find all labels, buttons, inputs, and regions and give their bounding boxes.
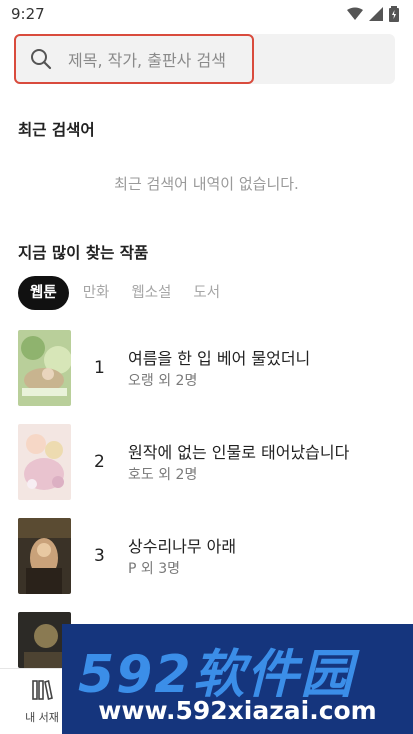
item-author: P 외 3명 [128,561,181,577]
rank-number: 2 [94,452,105,472]
rank-item[interactable]: 1 여름을 한 입 베어 물었더니 오랭 외 2명 [18,330,398,406]
wifi-icon [347,7,363,20]
category-tabs: 웹툰 만화 웹소설 도서 [18,276,242,310]
search-input[interactable]: 제목, 작가, 출판사 검색 [14,34,254,84]
item-author: 호도 외 2명 [128,467,198,483]
cover-image [18,518,71,594]
rank-item[interactable]: 2 원작에 없는 인물로 태어났습니다 호도 외 2명 [18,424,398,500]
battery-icon [389,6,399,22]
watermark-banner: 592软件园 www.592xiazai.com [62,624,413,734]
rank-number: 1 [94,358,105,378]
cover-image [18,424,71,500]
item-title: 여름을 한 입 베어 물었더니 [128,349,311,368]
recent-searches-title: 최근 검색어 [18,121,95,139]
watermark-url: www.592xiazai.com [98,696,377,725]
cover-image [18,330,71,406]
search-icon [31,49,52,70]
item-title: 원작에 없는 인물로 태어났습니다 [128,443,350,462]
recent-empty-message: 최근 검색어 내역이 없습니다. [114,175,299,193]
status-icons [347,6,399,22]
tab-webtoon[interactable]: 웹툰 [18,276,69,310]
search-placeholder: 제목, 작가, 출판사 검색 [68,51,226,70]
tab-webnovel[interactable]: 웹소설 [131,276,171,310]
signal-icon [369,7,383,21]
status-bar: 9:27 [0,0,413,28]
library-icon [32,679,53,701]
tab-comics[interactable]: 만화 [83,276,110,310]
item-title: 상수리나무 아래 [128,537,237,556]
popular-title: 지금 많이 찾는 작품 [18,244,149,262]
item-author: 오랭 외 2명 [128,373,198,389]
rank-number: 3 [94,546,105,566]
status-time: 9:27 [11,5,45,23]
tab-books[interactable]: 도서 [193,276,220,310]
rank-item[interactable]: 3 상수리나무 아래 P 외 3명 [18,518,398,594]
